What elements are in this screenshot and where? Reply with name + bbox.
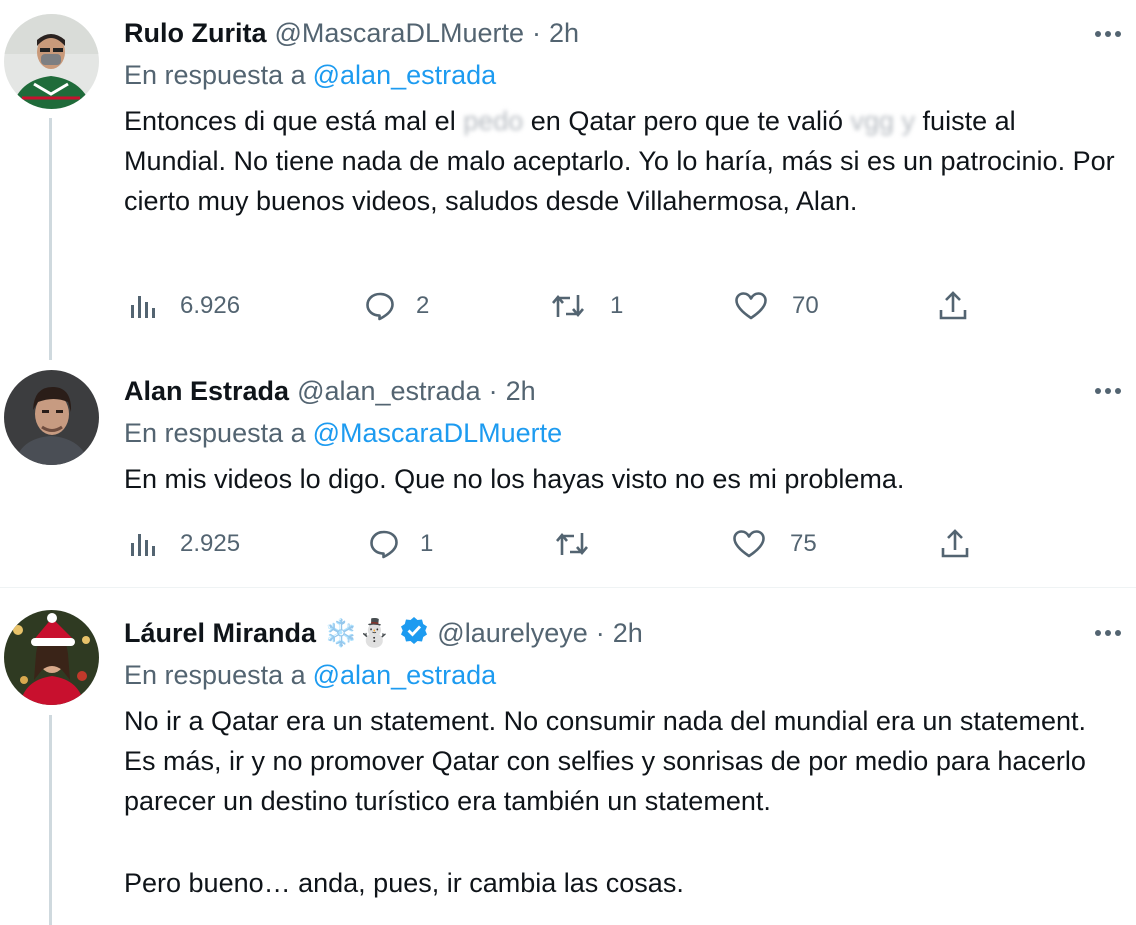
avatar-rulo-zurita[interactable] <box>4 14 99 109</box>
more-options-button[interactable] <box>1088 14 1128 54</box>
tweet-text-paragraph-2: Pero bueno… anda, pues, ir cambia las co… <box>124 868 684 898</box>
retweet-icon <box>556 532 588 556</box>
share-icon <box>941 529 969 558</box>
views-button[interactable]: 6.926 <box>128 284 240 328</box>
timestamp[interactable]: 2h <box>506 376 536 407</box>
reply-button[interactable]: 1 <box>368 522 433 566</box>
more-icon <box>1095 388 1121 394</box>
text-part: Entonces di que está mal el <box>124 106 464 136</box>
views-icon <box>131 534 155 556</box>
share-button[interactable] <box>940 522 970 566</box>
views-button[interactable]: 2.925 <box>128 522 240 566</box>
tweet-text: En mis videos lo digo. Que no los hayas … <box>124 464 905 494</box>
reply-mention-link[interactable]: @alan_estrada <box>313 660 497 690</box>
reply-prefix: En respuesta a <box>124 660 306 690</box>
tweet-actions: 2.925 1 75 <box>124 522 984 566</box>
separator-dot: · <box>532 17 541 48</box>
share-icon <box>939 291 967 320</box>
retweet-count: 1 <box>610 292 624 319</box>
tweet-alan-estrada[interactable]: Alan Estrada @alan_estrada · 2h En respu… <box>0 355 1136 587</box>
tweet-text: Entonces di que está mal el pedo en Qata… <box>124 101 1124 221</box>
text-part: en Qatar pero que te valió <box>523 106 851 136</box>
more-icon <box>1095 31 1121 37</box>
views-icon <box>131 296 155 318</box>
censored-word: pedo <box>463 106 524 136</box>
more-options-button[interactable] <box>1088 613 1128 653</box>
reply-context: En respuesta a @MascaraDLMuerte <box>124 418 562 449</box>
retweet-icon <box>552 294 584 318</box>
author-handle[interactable]: @alan_estrada <box>297 376 481 407</box>
avatar-alan-estrada[interactable] <box>4 370 99 465</box>
more-options-button[interactable] <box>1088 371 1128 411</box>
like-icon <box>735 292 767 320</box>
author-name[interactable]: Alan Estrada <box>124 376 289 407</box>
tweet-header: Láurel Miranda ❄️⛄ @laurelyeye · 2h <box>124 613 643 653</box>
timestamp[interactable]: 2h <box>549 18 579 49</box>
views-count: 6.926 <box>180 292 241 319</box>
thread-line <box>49 715 52 925</box>
separator-dot: · <box>595 617 605 648</box>
reply-mention-link[interactable]: @alan_estrada <box>313 60 497 90</box>
reply-context: En respuesta a @alan_estrada <box>124 660 496 691</box>
reply-count: 2 <box>416 292 430 319</box>
author-name[interactable]: Rulo Zurita <box>124 18 267 49</box>
reply-prefix: En respuesta a <box>124 418 306 448</box>
timestamp[interactable]: 2h <box>613 618 643 649</box>
like-button[interactable]: 75 <box>732 522 817 566</box>
reply-mention-link[interactable]: @MascaraDLMuerte <box>313 418 563 448</box>
tweet-rulo-zurita[interactable]: Rulo Zurita @MascaraDLMuerte · 2h En res… <box>0 0 1136 360</box>
verified-badge-icon <box>399 615 429 652</box>
share-button[interactable] <box>938 284 968 328</box>
like-button[interactable]: 70 <box>734 284 819 328</box>
thread-line <box>49 118 52 360</box>
like-count: 70 <box>792 292 819 319</box>
retweet-button[interactable]: 1 <box>550 284 623 328</box>
more-icon <box>1095 630 1121 636</box>
author-handle[interactable]: @laurelyeye <box>437 618 587 649</box>
tweet-laurel-miranda[interactable]: Láurel Miranda ❄️⛄ @laurelyeye · 2h En r… <box>0 588 1136 925</box>
reply-button[interactable]: 2 <box>364 284 429 328</box>
views-count: 2.925 <box>180 530 241 557</box>
avatar-laurel-miranda[interactable] <box>4 610 99 705</box>
tweet-text: No ir a Qatar era un statement. No consu… <box>124 706 1086 816</box>
reply-context: En respuesta a @alan_estrada <box>124 60 496 91</box>
censored-word: vgg y <box>850 106 916 136</box>
snowflake-snowman-emoji: ❄️⛄ <box>324 618 392 648</box>
reply-prefix: En respuesta a <box>124 60 306 90</box>
tweet-header: Alan Estrada @alan_estrada · 2h <box>124 371 536 411</box>
like-count: 75 <box>790 530 817 557</box>
tweet-header: Rulo Zurita @MascaraDLMuerte · 2h <box>124 13 579 53</box>
retweet-button[interactable] <box>554 522 612 566</box>
separator-dot: · <box>488 375 498 406</box>
author-handle[interactable]: @MascaraDLMuerte <box>275 18 525 49</box>
like-icon <box>733 530 765 558</box>
reply-icon <box>366 292 394 321</box>
reply-count: 1 <box>420 530 434 557</box>
reply-icon <box>370 530 398 559</box>
author-name[interactable]: Láurel Miranda <box>124 618 316 649</box>
tweet-actions: 6.926 2 1 70 <box>124 284 984 328</box>
